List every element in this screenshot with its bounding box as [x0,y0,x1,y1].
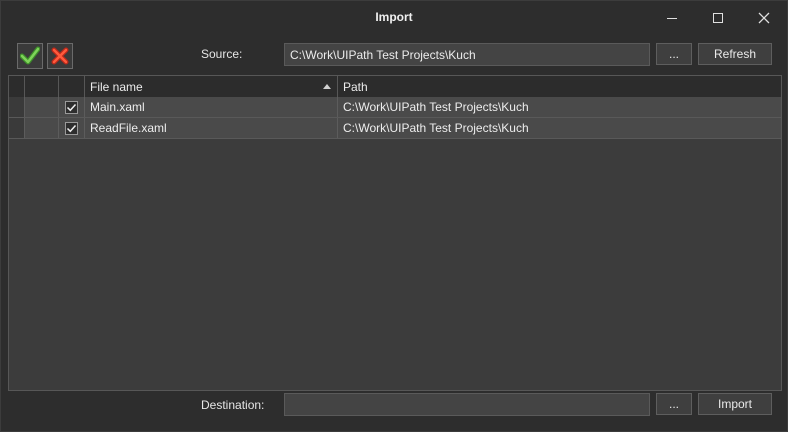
green-check-icon [20,46,40,65]
browse-destination-button[interactable]: ... [656,393,692,415]
grid-header: File name Path [9,76,781,98]
row-checkbox[interactable] [65,101,78,114]
row-header[interactable] [9,118,25,138]
blank-cell [25,118,59,138]
close-button[interactable] [741,1,787,35]
deselect-all-button[interactable] [47,43,73,69]
path-cell: C:\Work\UIPath Test Projects\Kuch [343,100,529,114]
close-icon [758,12,770,24]
row-header[interactable] [9,97,25,117]
maximize-button[interactable] [695,1,741,35]
red-cross-icon [51,47,69,65]
import-button[interactable]: Import [698,393,772,415]
select-all-button[interactable] [17,43,43,69]
checkmark-icon [66,103,77,112]
column-header-check[interactable] [59,76,85,97]
source-path-input[interactable] [284,43,650,66]
column-header-file-name[interactable]: File name [85,76,338,97]
checkmark-icon [66,124,77,133]
title-bar: Import [1,1,787,35]
path-cell: C:\Work\UIPath Test Projects\Kuch [343,121,529,135]
import-dialog: Import Source: ... Refresh [0,0,788,432]
row-checkbox[interactable] [65,122,78,135]
column-header-path[interactable]: Path [338,76,781,97]
column-header-blank[interactable] [25,76,59,97]
refresh-button[interactable]: Refresh [698,43,772,65]
minimize-button[interactable] [649,1,695,35]
column-header-file-name-label: File name [90,80,143,94]
check-cell [59,118,85,138]
minimize-icon [667,17,677,19]
table-row[interactable]: Main.xaml C:\Work\UIPath Test Projects\K… [9,97,781,118]
destination-path-input[interactable] [284,393,650,416]
column-header-path-label: Path [343,80,368,94]
file-grid: File name Path Main.xaml C:\Work\UIPath … [8,75,782,391]
sort-ascending-icon [323,84,331,89]
destination-label: Destination: [201,398,265,412]
blank-cell [25,97,59,117]
browse-source-button[interactable]: ... [656,43,692,65]
row-header-corner [9,76,25,97]
maximize-icon [713,13,723,23]
table-row[interactable]: ReadFile.xaml C:\Work\UIPath Test Projec… [9,118,781,139]
check-cell [59,97,85,117]
file-name-cell: ReadFile.xaml [85,118,338,138]
file-name-cell: Main.xaml [85,97,338,117]
source-label: Source: [201,47,243,61]
